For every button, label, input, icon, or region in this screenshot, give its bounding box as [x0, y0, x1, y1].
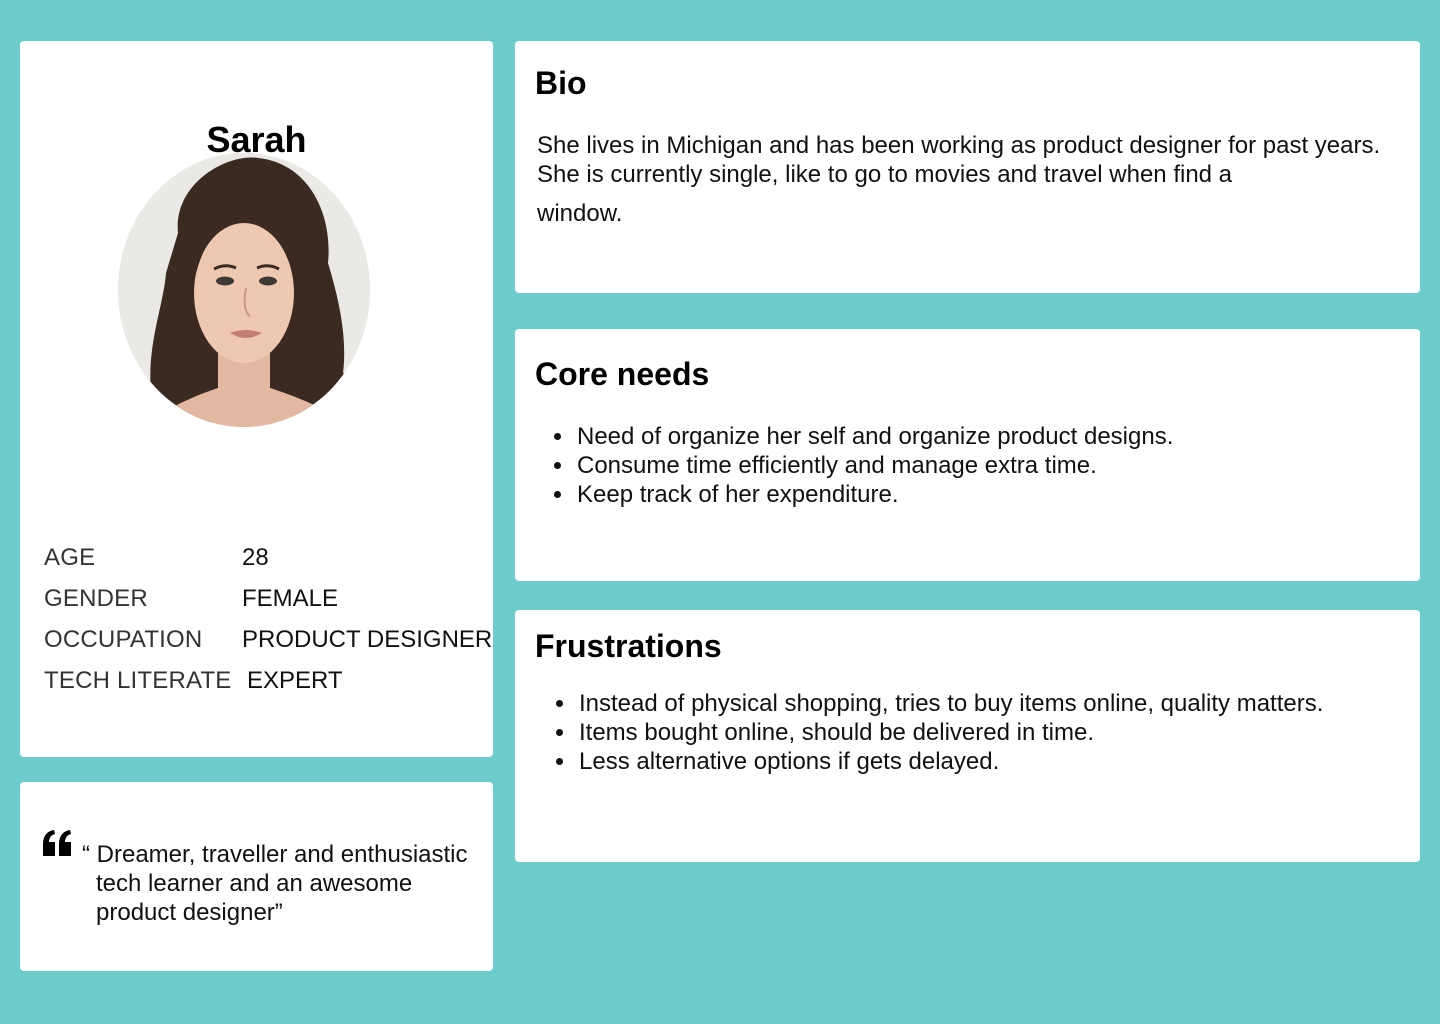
list-item: Items bought online, should be delivered… [577, 718, 1323, 747]
avatar [118, 153, 370, 427]
fact-value: FEMALE [242, 585, 339, 612]
frustrations-title: Frustrations [535, 628, 722, 664]
frustrations-list: Instead of physical shopping, tries to b… [553, 689, 1323, 776]
frustrations-card: Frustrations Instead of physical shoppin… [515, 610, 1420, 862]
bio-card: Bio She lives in Michigan and has been w… [515, 41, 1420, 293]
quote-icon [43, 830, 71, 856]
fact-row-gender: GENDER FEMALE [44, 578, 490, 619]
bio-text-end: window. [537, 200, 623, 227]
quote-card: “ Dreamer, traveller and enthusiastic te… [20, 782, 493, 971]
fact-label: OCCUPATION [44, 626, 203, 653]
fact-value: PRODUCT DESIGNER [242, 626, 493, 653]
list-item: Need of organize her self and organize p… [575, 422, 1173, 451]
list-item: Instead of physical shopping, tries to b… [577, 689, 1323, 718]
persona-facts: AGE 28 GENDER FEMALE OCCUPATION PRODUCT … [44, 537, 493, 701]
fact-label: TECH LITERATE [44, 667, 232, 694]
fact-label: AGE [44, 544, 96, 571]
bio-text-main: She lives in Michigan and has been worki… [537, 132, 1381, 188]
bio-title: Bio [535, 65, 587, 101]
profile-card: Sarah AGE 28 GENDER FEMALE OCCUPATION PR… [20, 41, 493, 757]
core-needs-list: Need of organize her self and organize p… [551, 422, 1173, 509]
core-needs-title: Core needs [535, 356, 710, 392]
fact-row-tech-literate: TECH LITERATE EXPERT [44, 660, 490, 701]
core-needs-card: Core needs Need of organize her self and… [515, 329, 1420, 581]
list-item: Keep track of her expenditure. [575, 480, 1173, 509]
quote-text: “ Dreamer, traveller and enthusiastic te… [82, 841, 468, 926]
list-item: Less alternative options if gets delayed… [577, 747, 1323, 776]
fact-value: 28 [242, 544, 269, 571]
bio-text: She lives in Michigan and has been worki… [537, 131, 1387, 228]
fact-value: EXPERT [247, 667, 343, 694]
fact-row-occupation: OCCUPATION PRODUCT DESIGNER [44, 619, 493, 660]
fact-row-age: AGE 28 [44, 537, 490, 578]
fact-label: GENDER [44, 585, 148, 612]
list-item: Consume time efficiently and manage extr… [575, 451, 1173, 480]
